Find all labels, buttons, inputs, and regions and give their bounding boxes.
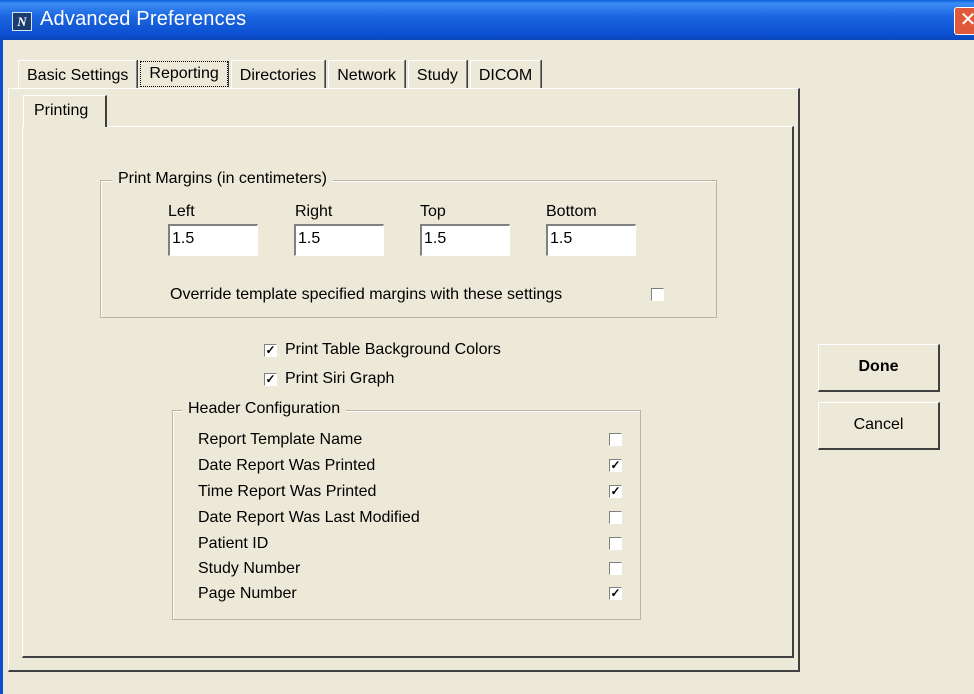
done-button[interactable]: Done [818,344,940,392]
header-item-label: Date Report Was Last Modified [198,509,420,526]
cancel-button[interactable]: Cancel [818,402,940,450]
top-margin-label: Top [420,203,446,220]
header-item-label: Patient ID [198,535,269,552]
tab-reporting[interactable]: Reporting [140,61,228,87]
header-item-checkbox[interactable]: ✓ [609,459,622,472]
header-item-label: Page Number [198,585,297,602]
print-siri-graph-checkbox[interactable]: ✓ [264,373,277,386]
tab-network[interactable]: Network [328,60,405,88]
override-margins-label: Override template specified margins with… [170,286,563,303]
print-table-bg-label: Print Table Background Colors [285,341,501,358]
header-item-label: Time Report Was Printed [198,483,377,500]
tab-strip: Basic Settings Reporting Directories Net… [18,60,544,88]
header-item-checkbox[interactable] [609,537,622,550]
header-item-checkbox[interactable] [609,562,622,575]
bottom-margin-input[interactable]: 1.5 [546,224,636,256]
top-margin-input[interactable]: 1.5 [420,224,510,256]
tab-printing[interactable]: Printing [23,95,107,127]
close-button[interactable]: ✕ [954,7,974,35]
left-margin-input[interactable]: 1.5 [168,224,258,256]
print-table-bg-checkbox[interactable]: ✓ [264,344,277,357]
right-margin-label: Right [295,203,333,220]
header-item-checkbox[interactable]: ✓ [609,587,622,600]
bottom-margin-label: Bottom [546,203,597,220]
tab-dicom[interactable]: DICOM [469,60,542,88]
tab-basic-settings[interactable]: Basic Settings [18,60,138,88]
print-margins-legend: Print Margins (in centimeters) [112,170,333,188]
header-item-label: Date Report Was Printed [198,457,376,474]
right-margin-input[interactable]: 1.5 [294,224,384,256]
header-item-label: Study Number [198,560,301,577]
header-item-checkbox[interactable] [609,511,622,524]
override-margins-checkbox[interactable] [651,288,664,301]
header-config-legend: Header Configuration [182,400,347,418]
left-margin-label: Left [168,203,195,220]
title-bar: N Advanced Preferences ✕ [0,0,974,40]
window-title: Advanced Preferences [40,8,247,30]
print-siri-graph-label: Print Siri Graph [285,370,395,387]
tab-study[interactable]: Study [407,60,467,88]
tab-directories[interactable]: Directories [230,60,326,88]
app-icon: N [12,12,32,31]
header-item-checkbox[interactable] [609,433,622,446]
header-item-label: Report Template Name [198,431,363,448]
header-item-checkbox[interactable]: ✓ [609,485,622,498]
